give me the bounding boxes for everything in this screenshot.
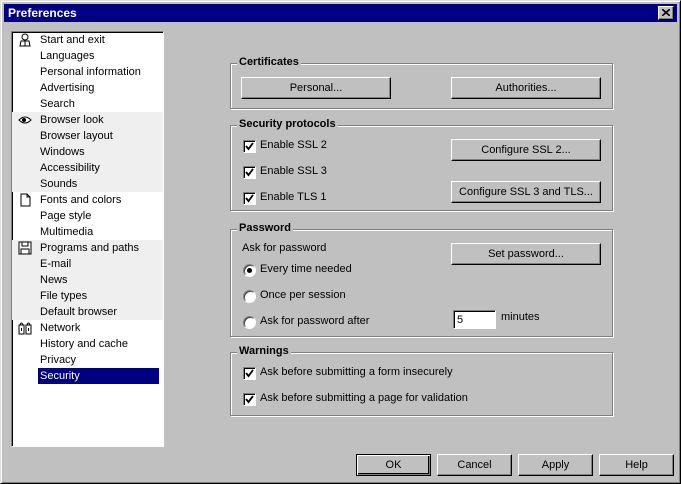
nav-item-personal-information[interactable]: Personal information (12, 64, 163, 80)
nav-item-windows[interactable]: Windows (12, 144, 163, 160)
cancel-button[interactable]: Cancel (437, 454, 512, 476)
apply-button[interactable]: Apply (518, 454, 593, 476)
nav-group-page: Fonts and colors Page style Multimedia (12, 192, 163, 240)
nav-item-accessibility[interactable]: Accessibility (12, 160, 163, 176)
window-title: Preferences (8, 6, 77, 20)
nav-item-sounds[interactable]: Sounds (12, 176, 163, 192)
nav-group-programs: Programs and paths E-mail News File type… (12, 240, 163, 320)
ask-for-password-label: Ask for password (242, 242, 327, 254)
nav-item-privacy[interactable]: Privacy (12, 352, 163, 368)
ask-for-password-after-radio[interactable] (243, 316, 256, 329)
enable-ssl2-label: Enable SSL 2 (260, 139, 327, 151)
certificates-group: Certificates Personal... Authorities... (230, 56, 613, 109)
checkmark-icon (245, 142, 254, 151)
nav-item-security[interactable]: Security (38, 368, 159, 384)
enable-tls1-label: Enable TLS 1 (260, 191, 327, 203)
ask-for-password-after-label: Ask for password after (260, 315, 370, 327)
enable-ssl3-checkbox[interactable] (243, 166, 256, 179)
nav-item-languages[interactable]: Languages (12, 48, 163, 64)
security-protocols-group: Security protocols Enable SSL 2 Enable S… (230, 118, 613, 211)
nav-item-advertising[interactable]: Advertising (12, 80, 163, 96)
warn-page-validation-label: Ask before submitting a page for validat… (260, 392, 468, 404)
checkmark-icon (245, 395, 254, 404)
nav-item-fonts-and-colors[interactable]: Fonts and colors (12, 192, 163, 208)
floppy-disk-icon (18, 241, 32, 255)
nav-item-start-and-exit[interactable]: Start and exit (12, 32, 163, 48)
person-icon (19, 33, 31, 47)
nav-item-multimedia[interactable]: Multimedia (12, 224, 163, 240)
nav-item-programs-and-paths[interactable]: Programs and paths (12, 240, 163, 256)
nav-item-page-style[interactable]: Page style (12, 208, 163, 224)
nav-group-network: Network History and cache Privacy Securi… (12, 320, 163, 384)
configure-ssl3-tls-button[interactable]: Configure SSL 3 and TLS... (451, 181, 601, 203)
nav-item-browser-layout[interactable]: Browser layout (12, 128, 163, 144)
enable-ssl3-label: Enable SSL 3 (260, 165, 327, 177)
warnings-group: Warnings Ask before submitting a form in… (230, 345, 613, 416)
nav-item-search[interactable]: Search (12, 96, 163, 112)
minutes-input[interactable] (453, 310, 496, 329)
nav-item-file-types[interactable]: File types (12, 288, 163, 304)
enable-ssl2-checkbox[interactable] (243, 140, 256, 153)
password-title: Password (237, 222, 293, 234)
nav-group-look: Browser look Browser layout Windows Acce… (12, 112, 163, 192)
nav-item-browser-look[interactable]: Browser look (12, 112, 163, 128)
nav-item-news[interactable]: News (12, 272, 163, 288)
radio-dot-icon (247, 268, 252, 273)
personal-certificates-button[interactable]: Personal... (241, 77, 391, 99)
every-time-needed-label: Every time needed (260, 263, 352, 275)
authorities-button[interactable]: Authorities... (451, 77, 601, 99)
checkmark-icon (245, 168, 254, 177)
warnings-title: Warnings (237, 345, 291, 357)
nav-group-general: Start and exit Languages Personal inform… (12, 32, 163, 112)
eye-icon (18, 116, 32, 124)
once-per-session-radio[interactable] (243, 290, 256, 303)
close-button[interactable] (658, 6, 674, 20)
minutes-label: minutes (501, 311, 540, 323)
once-per-session-label: Once per session (260, 289, 346, 301)
password-group: Password Ask for password Set password..… (230, 222, 613, 337)
checkmark-icon (245, 194, 254, 203)
nav-item-e-mail[interactable]: E-mail (12, 256, 163, 272)
nav-item-network[interactable]: Network (12, 320, 163, 336)
network-icon (18, 322, 32, 335)
set-password-button[interactable]: Set password... (451, 243, 601, 265)
enable-tls1-checkbox[interactable] (243, 192, 256, 205)
warn-form-insecure-label: Ask before submitting a form insecurely (260, 366, 453, 378)
nav-item-default-browser[interactable]: Default browser (12, 304, 163, 320)
warn-page-validation-checkbox[interactable] (243, 393, 256, 406)
preferences-window: Preferences Start and exit Languages Per… (0, 0, 681, 484)
certificates-title: Certificates (237, 56, 301, 68)
security-protocols-title: Security protocols (237, 118, 338, 130)
ok-button[interactable]: OK (356, 454, 431, 476)
close-icon (662, 9, 670, 16)
title-bar[interactable]: Preferences (4, 4, 677, 22)
document-icon (20, 193, 31, 207)
checkmark-icon (245, 369, 254, 378)
warn-form-insecure-checkbox[interactable] (243, 367, 256, 380)
configure-ssl2-button[interactable]: Configure SSL 2... (451, 139, 601, 161)
help-button[interactable]: Help (599, 454, 674, 476)
category-list[interactable]: Start and exit Languages Personal inform… (11, 31, 164, 447)
every-time-needed-radio[interactable] (243, 264, 256, 277)
nav-item-history-and-cache[interactable]: History and cache (12, 336, 163, 352)
